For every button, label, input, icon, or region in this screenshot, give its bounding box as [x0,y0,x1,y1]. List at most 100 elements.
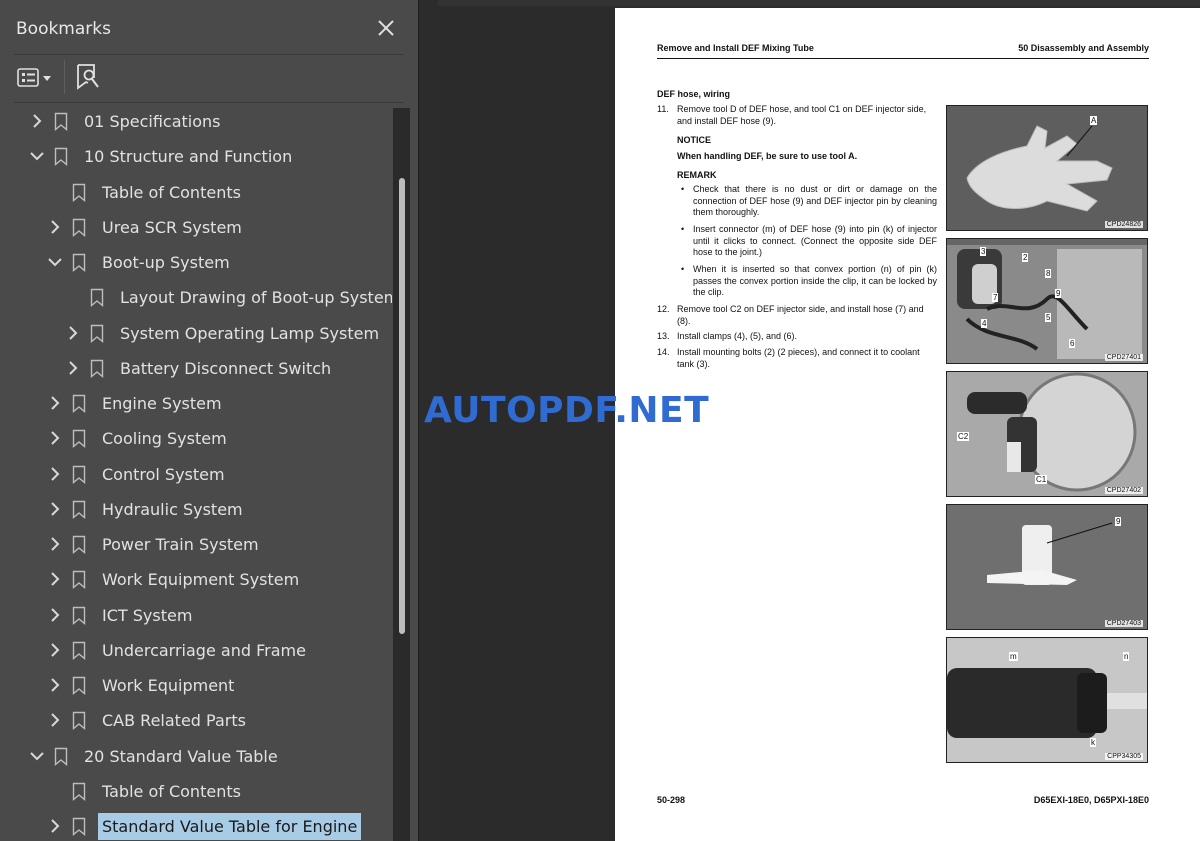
bookmark-icon [72,183,86,202]
step-text: Install mounting bolts (2) (2 pieces), a… [677,347,920,369]
photo-def-glove: A CPD24826 [946,105,1148,231]
bookmark-item[interactable]: System Operating Lamp System [14,316,392,351]
connector-illustration [947,638,1147,762]
bookmark-item[interactable]: 20 Standard Value Table [14,739,392,774]
bookmark-icon [72,606,86,625]
chevron-right-icon[interactable] [64,359,82,377]
photo-code: CPD27402 [1104,487,1143,494]
remark-label: REMARK [677,170,717,180]
bookmark-item[interactable]: ICT System [14,598,392,633]
scrollbar-thumb[interactable] [399,178,405,634]
bookmark-label: Urea SCR System [102,217,242,237]
bookmark-item[interactable]: Table of Contents [14,175,392,210]
callout-label: 2 [1022,253,1029,262]
divider [14,54,404,55]
bookmark-tree: 01 Specifications 10 Structure and Functi… [14,104,392,841]
chevron-right-icon[interactable] [46,817,64,835]
chevron-down-icon[interactable] [46,253,64,271]
bookmark-icon [90,289,104,308]
bookmark-item[interactable]: Undercarriage and Frame [14,633,392,668]
bookmark-item[interactable]: Standard Value Table for Engine [14,809,392,841]
chevron-right-icon[interactable] [46,641,64,659]
callout-label: 6 [1069,339,1076,348]
callout-label: 5 [1045,313,1052,322]
bookmark-item[interactable]: Urea SCR System [14,210,392,245]
photo-code: CPD24826 [1104,221,1143,228]
bookmark-label: Boot-up System [102,253,230,272]
bookmark-icon [54,747,68,766]
bookmarks-title: Bookmarks [16,19,111,39]
page-header-left: Remove and Install DEF Mixing Tube [657,43,814,53]
bookmark-item[interactable]: Work Equipment [14,668,392,703]
bookmark-item[interactable]: Engine System [14,386,392,421]
bookmark-icon [72,465,86,484]
bookmark-label: 10 Structure and Function [84,147,293,167]
bookmark-item[interactable]: Power Train System [14,527,392,562]
chevron-down-icon[interactable] [28,147,46,165]
callout-label: n [1123,652,1130,661]
bookmark-label: 01 Specifications [84,112,221,131]
remark-bullet: Insert connector (m) of DEF hose (9) int… [693,224,937,257]
chevron-right-icon[interactable] [46,606,64,624]
step-number: 12. [657,304,670,314]
callout-label: 8 [1045,269,1052,278]
page-number: 50-298 [657,795,686,805]
bookmark-icon [72,430,86,449]
chevron-right-icon[interactable] [46,429,64,447]
bookmark-icon [72,712,86,731]
bookmark-icon [90,359,104,378]
chevron-right-icon[interactable] [46,711,64,729]
bookmark-icon [90,324,104,343]
options-menu-icon[interactable] [14,64,58,92]
chevron-right-icon[interactable] [46,500,64,518]
bookmark-label: Hydraulic System [102,499,243,519]
notice-label: NOTICE [677,135,712,145]
chevron-right-icon[interactable] [46,218,64,236]
bookmark-label: Control System [102,464,225,484]
step-text: Remove tool C2 on DEF injector side, and… [677,304,924,326]
find-bookmark-icon[interactable] [74,62,102,92]
watermark-text: AUTOPDF.NET [424,390,710,431]
close-icon[interactable] [374,16,398,40]
step-number: 11. [657,104,669,114]
bookmark-icon [54,148,68,167]
bookmarks-panel: Bookmarks 01 Specifications 10 Structure … [0,0,418,841]
bookmark-item[interactable]: Cooling System [14,421,392,456]
divider [14,102,404,103]
viewport-top-edge [438,0,1200,6]
bookmark-icon [72,218,86,237]
callout-label: m [1009,652,1018,661]
bookmark-label: Battery Disconnect Switch [120,358,332,378]
remark-bullet: Check that there is no dust or dirt or d… [693,184,937,217]
bookmark-item[interactable]: Battery Disconnect Switch [14,351,392,386]
chevron-right-icon[interactable] [46,570,64,588]
bookmark-icon [72,817,86,836]
chevron-right-icon[interactable] [46,465,64,483]
bookmark-icon [72,500,86,519]
bookmark-icon [54,112,68,131]
bookmark-item[interactable]: CAB Related Parts [14,703,392,738]
bookmark-item[interactable]: Layout Drawing of Boot-up System [14,280,392,315]
bookmarks-toolbar [0,56,418,102]
chevron-right-icon[interactable] [46,676,64,694]
bookmark-item[interactable]: Control System [14,457,392,492]
bookmark-item[interactable]: 01 Specifications [14,104,392,139]
bookmark-label: CAB Related Parts [102,711,246,731]
glove-illustration [947,106,1147,230]
bookmark-label: Table of Contents [102,182,241,202]
bookmark-label: Layout Drawing of Boot-up System [120,288,392,308]
chevron-right-icon[interactable] [28,112,46,130]
bookmark-item[interactable]: 10 Structure and Function [14,139,392,174]
bookmark-item[interactable]: Work Equipment System [14,562,392,597]
bookmark-item[interactable]: Boot-up System [14,245,392,280]
chevron-right-icon[interactable] [46,394,64,412]
callout-label: 4 [981,319,988,328]
photo-engine-hoses: 3 2 8 7 9 4 5 6 CPD27401 [946,238,1148,364]
bookmark-icon [72,782,86,801]
chevron-right-icon[interactable] [46,535,64,553]
chevron-down-icon[interactable] [28,747,46,765]
chevron-right-icon[interactable] [64,324,82,342]
bookmark-label: Undercarriage and Frame [102,640,306,660]
bookmark-item[interactable]: Table of Contents [14,774,392,809]
bookmark-item[interactable]: Hydraulic System [14,492,392,527]
